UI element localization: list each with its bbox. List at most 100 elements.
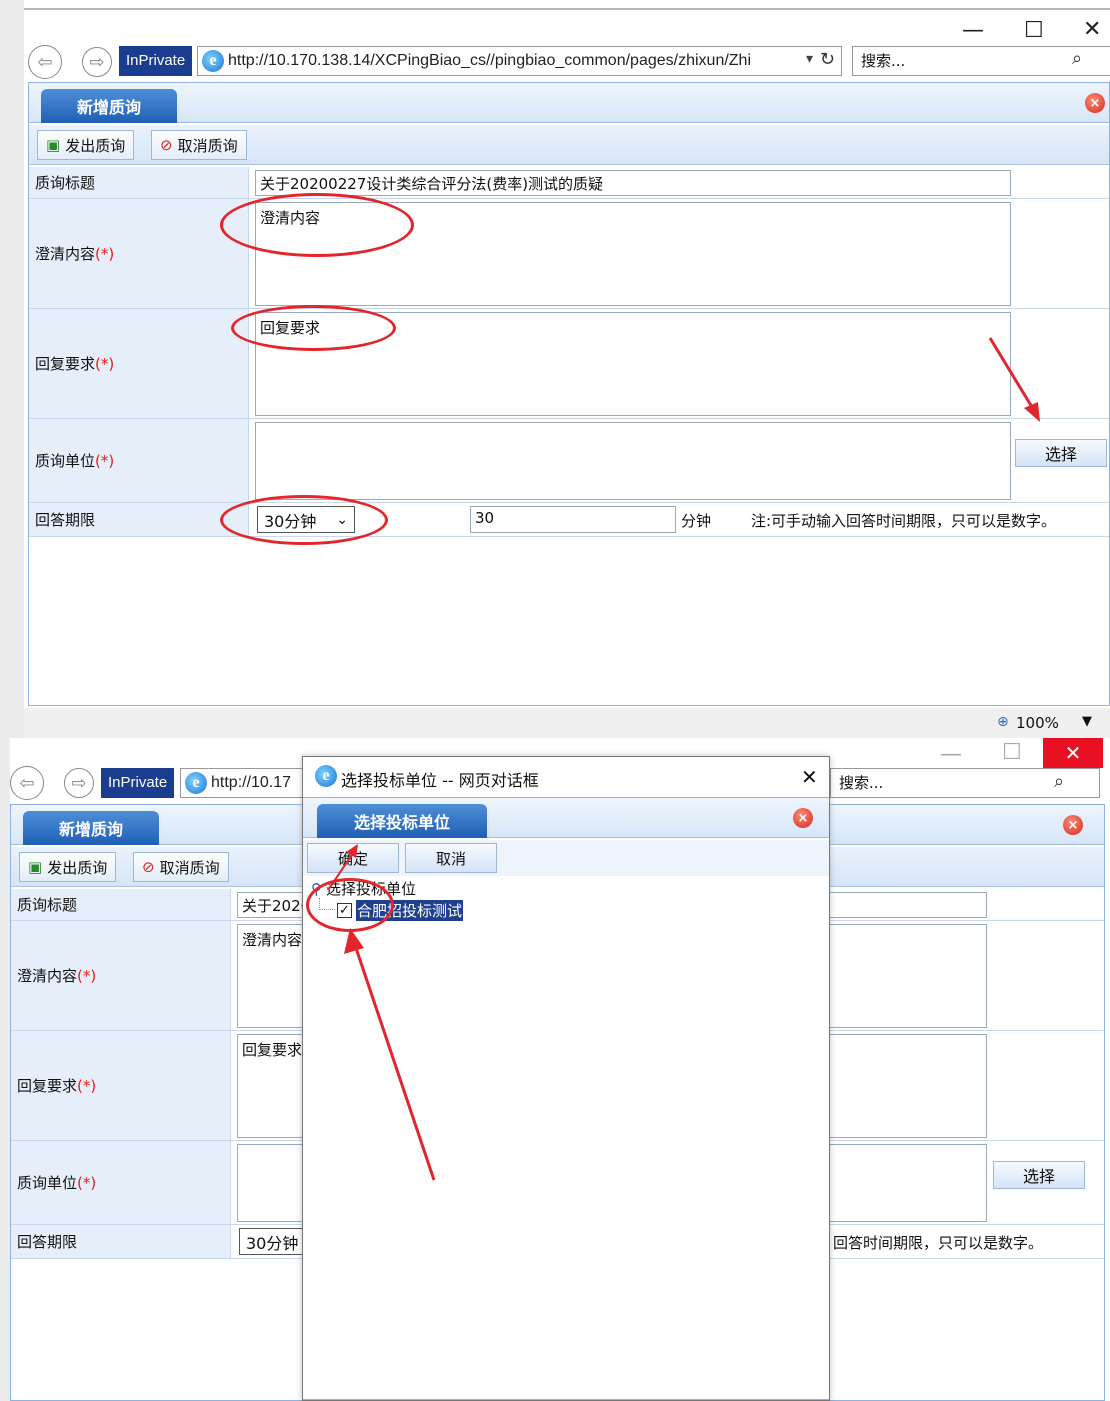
annotation-arrow-select — [988, 337, 1040, 422]
url-host: http://10.170.138.14 — [228, 52, 371, 69]
required-mark: (*) — [77, 1076, 97, 1095]
toolbar: ▣ 发出质询 ⊘ 取消质询 — [29, 125, 1109, 165]
zoom-icon[interactable]: ⊕ — [997, 714, 1009, 730]
dialog-cancel-button[interactable]: 取消 — [405, 843, 497, 873]
back-button[interactable]: ⇦ — [10, 766, 44, 800]
close-button[interactable]: ✕ — [1043, 738, 1103, 768]
top-border — [24, 8, 1110, 10]
status-bar — [24, 708, 1110, 738]
minutes-unit: 分钟 — [681, 512, 712, 530]
ie-icon: e — [315, 765, 337, 787]
cancel-inquiry-button[interactable]: ⊘ 取消质询 — [151, 130, 247, 160]
tab-new-inquiry[interactable]: 新增质询 — [41, 89, 177, 123]
unit-label: 质询单位 (*) — [11, 1141, 231, 1224]
refresh-icon[interactable]: ↻ — [820, 49, 835, 70]
unit-label: 质询单位 (*) — [29, 419, 249, 502]
required-mark: (*) — [95, 451, 115, 470]
forward-arrow-icon: ⇨ — [71, 772, 87, 794]
address-dropdown-icon[interactable]: ▾ — [806, 51, 813, 67]
clarify-label-text: 澄清内容 — [35, 245, 96, 263]
title-label: 质询标题 — [11, 889, 231, 920]
send-inquiry-label: 发出质询 — [47, 858, 108, 877]
annotation-arrow-checkbox — [344, 928, 436, 1181]
tab-select-unit[interactable]: 选择投标单位 — [317, 804, 487, 838]
send-inquiry-label: 发出质询 — [65, 136, 126, 155]
deadline-minutes-input[interactable]: 30 — [470, 506, 676, 533]
reply-label-text: 回复要求 — [17, 1077, 78, 1095]
inprivate-badge: InPrivate — [119, 46, 193, 76]
forward-arrow-icon: ⇨ — [89, 51, 105, 73]
forward-button[interactable]: ⇨ — [82, 47, 112, 77]
search-icon[interactable]: ⌕ — [1054, 771, 1064, 792]
deadline-note: 回答时间期限，只可以是数字。 — [833, 1234, 1044, 1252]
back-arrow-icon: ⇦ — [37, 51, 53, 73]
deadline-note: 注:可手动输入回答时间期限，只可以是数字。 — [751, 512, 1057, 530]
dialog-panel-header: 选择投标单位 × — [303, 798, 829, 838]
dialog-close-icon[interactable]: ✕ — [801, 765, 818, 789]
reply-label: 回复要求 (*) — [11, 1031, 231, 1140]
panel-header: 新增质询 × — [29, 83, 1109, 123]
row-reply: 回复要求 (*) 回复要求 — [29, 309, 1109, 419]
close-icon[interactable]: ✕ — [1083, 19, 1101, 41]
send-icon: ▣ — [46, 136, 61, 154]
tab-new-inquiry[interactable]: 新增质询 — [23, 811, 159, 845]
cancel-icon: ⊘ — [142, 858, 155, 876]
send-inquiry-button[interactable]: ▣ 发出质询 — [37, 130, 135, 160]
title-field[interactable]: 关于20200227设计类综合评分法(费率)测试的质疑 — [255, 170, 1011, 196]
annotation-circle-clarify — [220, 193, 414, 257]
reply-label: 回复要求 (*) — [29, 309, 249, 418]
form-panel: 新增质询 × ▣ 发出质询 ⊘ 取消质询 质询标题 关于20200227设计类综… — [28, 82, 1110, 706]
close-icon: ✕ — [1064, 741, 1082, 765]
required-mark: (*) — [95, 244, 115, 263]
unit-label-text: 质询单位 — [17, 1174, 78, 1192]
bottom-screenshot: — ☐ ✕ ⇦ ⇨ InPrivate e http://10.17 搜索...… — [0, 738, 1110, 1401]
panel-close-icon[interactable]: × — [1063, 815, 1083, 835]
url-path: /XCPingBiao_cs//pingbiao_common/pages/zh… — [370, 52, 752, 69]
select-unit-button[interactable]: 选择 — [993, 1161, 1085, 1189]
send-inquiry-button[interactable]: ▣ 发出质询 — [19, 852, 117, 882]
search-icon[interactable]: ⌕ — [1072, 48, 1082, 69]
unit-field[interactable] — [255, 422, 1011, 500]
address-bar[interactable]: e http://10.17 — [180, 768, 305, 798]
row-clarify: 澄清内容 (*) 澄清内容 — [29, 199, 1109, 309]
clarify-label: 澄清内容 (*) — [29, 199, 249, 308]
cancel-icon: ⊘ — [160, 136, 173, 154]
reply-label-text: 回复要求 — [35, 355, 96, 373]
clarify-label: 澄清内容 (*) — [11, 921, 231, 1030]
zoom-level[interactable]: 100% — [1016, 714, 1059, 732]
back-button[interactable]: ⇦ — [28, 45, 62, 79]
deadline-label: 回答期限 — [11, 1225, 231, 1258]
address-bar[interactable]: e http://10.170.138.14/XCPingBiao_cs//pi… — [197, 46, 842, 76]
back-arrow-icon: ⇦ — [19, 772, 35, 794]
required-mark: (*) — [77, 966, 97, 985]
clarify-label-text: 澄清内容 — [17, 967, 78, 985]
inprivate-badge: InPrivate — [101, 768, 175, 798]
cancel-inquiry-label: 取消质询 — [159, 858, 220, 877]
forward-button[interactable]: ⇨ — [64, 768, 94, 798]
deadline-select-value: 30分钟 — [246, 1233, 299, 1253]
dialog-window-title: 选择投标单位 -- 网页对话框 — [341, 771, 539, 790]
panel-close-icon[interactable]: × — [1085, 93, 1105, 113]
unit-label-text: 质询单位 — [35, 452, 96, 470]
cancel-inquiry-label: 取消质询 — [177, 136, 238, 155]
ie-icon: e — [185, 772, 207, 794]
dialog-titlebar: e 选择投标单位 -- 网页对话框 ✕ — [303, 757, 829, 797]
maximize-icon[interactable]: ☐ — [1024, 20, 1044, 42]
maximize-icon[interactable]: ☐ — [1002, 742, 1022, 764]
select-unit-button[interactable]: 选择 — [1015, 439, 1107, 467]
row-title: 质询标题 关于20200227设计类综合评分法(费率)测试的质疑 — [29, 167, 1109, 199]
required-mark: (*) — [95, 354, 115, 373]
annotation-arrow-confirm — [327, 844, 358, 891]
dialog-toolbar: 确定 取消 — [303, 840, 829, 876]
dialog-panel-close-icon[interactable]: × — [793, 808, 813, 828]
title-label: 质询标题 — [29, 167, 249, 198]
cancel-inquiry-button[interactable]: ⊘ 取消质询 — [133, 852, 229, 882]
row-unit: 质询单位 (*) 选择 — [29, 419, 1109, 503]
minimize-icon[interactable]: — — [962, 20, 984, 42]
left-gutter — [0, 0, 24, 738]
deadline-label: 回答期限 — [29, 503, 249, 536]
zoom-dropdown-icon[interactable]: ▼ — [1082, 714, 1092, 729]
minimize-icon[interactable]: — — [940, 744, 962, 766]
annotation-circle-deadline — [220, 495, 388, 545]
annotation-circle-reply — [231, 305, 396, 351]
